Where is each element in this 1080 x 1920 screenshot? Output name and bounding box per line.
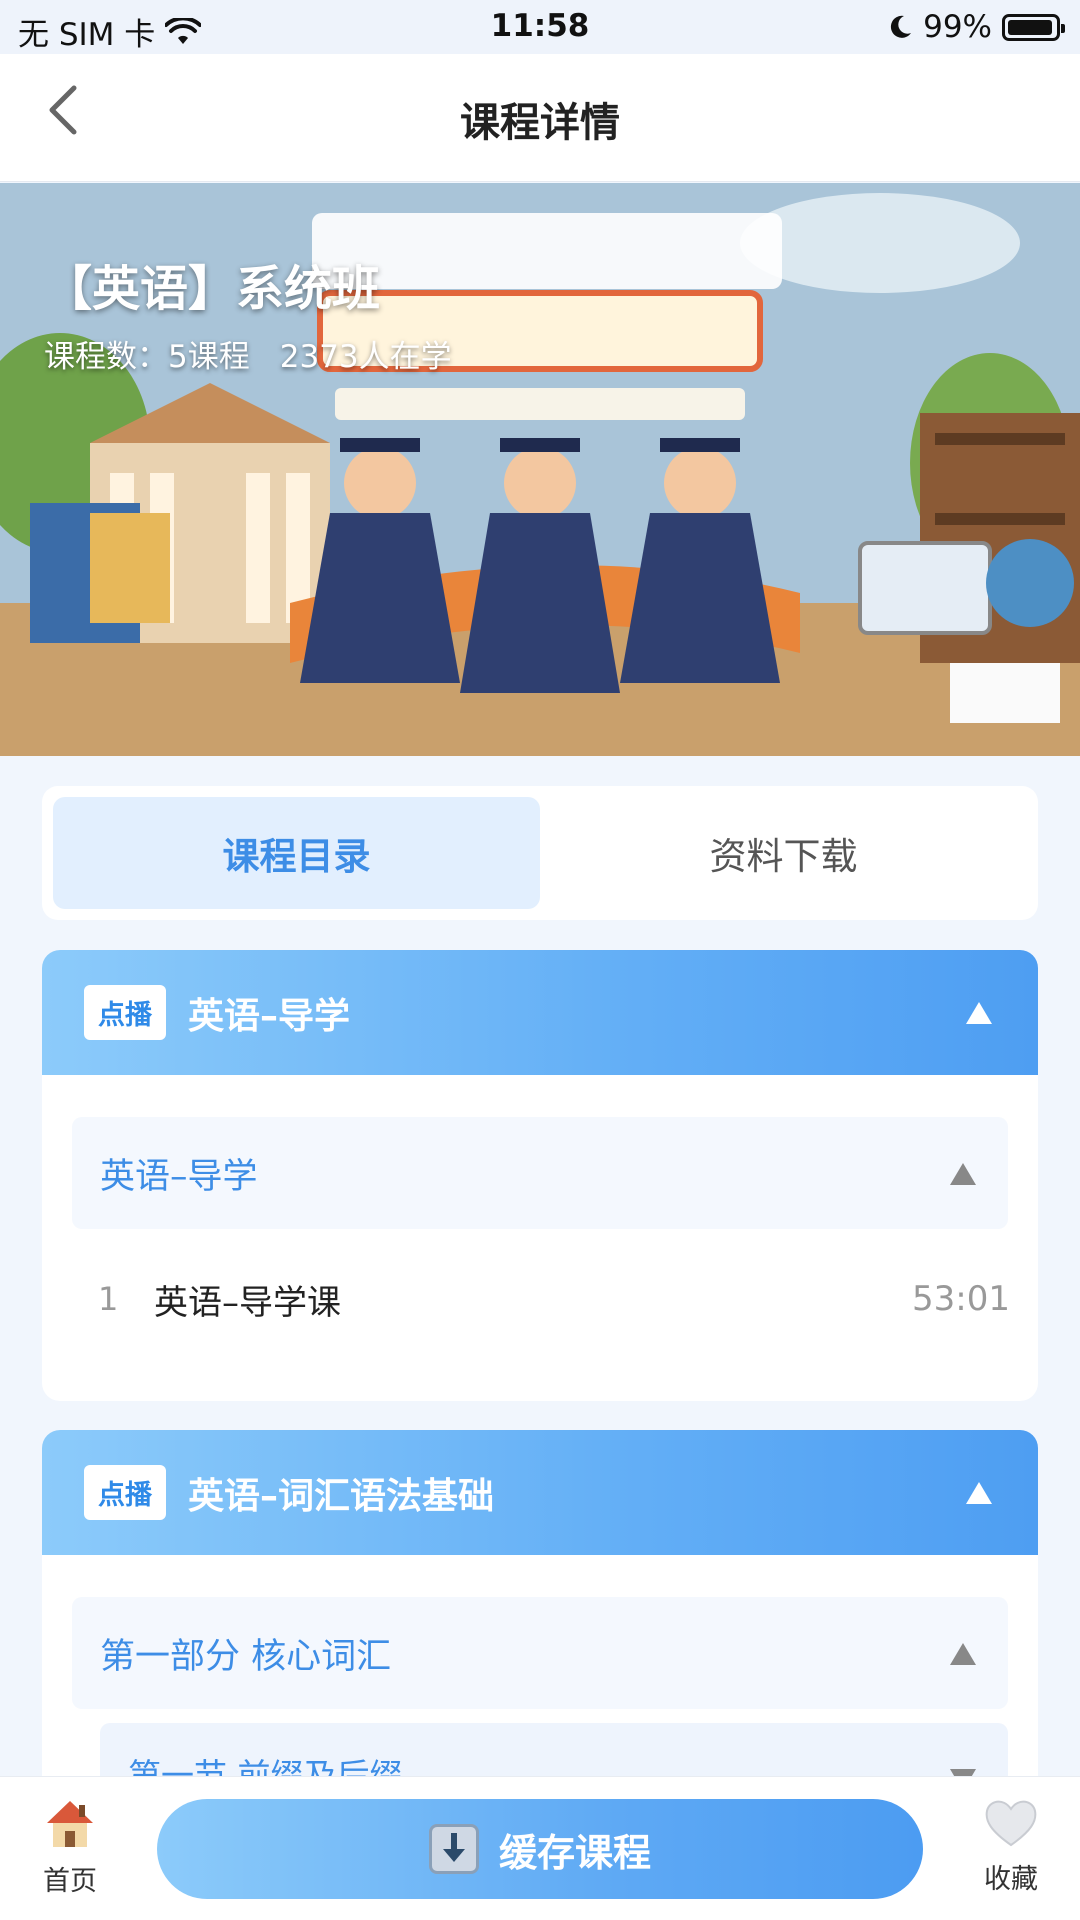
- banner-meta: 课程数：5课程 2373人在学: [44, 331, 452, 376]
- status-right: 99%: [889, 9, 1065, 45]
- home-label: 首页: [43, 1866, 97, 1897]
- course-card: 点播 英语–词汇语法基础 第一部分 核心词汇 第一节 前缀及后缀: [42, 1430, 1038, 1830]
- learner-count: 2373人在学: [279, 339, 452, 375]
- course-header[interactable]: 点播 英语–导学: [42, 950, 1038, 1075]
- course-count: 课程数：5课程: [44, 339, 250, 375]
- banner-title: 【英语】系统班: [44, 261, 381, 317]
- section-header[interactable]: 英语–导学: [72, 1117, 1008, 1229]
- course-detail-page: 无 SIM 卡 11:58 99% 课程详情 【英语】系统班 课程数：5课程 2…: [0, 0, 1080, 1920]
- tab-bar: 课程目录 资料下载: [42, 786, 1038, 920]
- course-header[interactable]: 点播 英语–词汇语法基础: [42, 1430, 1038, 1555]
- section-header[interactable]: 第一部分 核心词汇: [72, 1597, 1008, 1709]
- lesson-duration: 53:01: [912, 1279, 1010, 1319]
- course-banner: 【英语】系统班 课程数：5课程 2373人在学: [0, 183, 1080, 756]
- lesson-index: 1: [98, 1280, 119, 1318]
- course-card: 点播 英语–导学 英语–导学 1 英语–导学课 53:01: [42, 950, 1038, 1401]
- heart-icon: [985, 1800, 1037, 1847]
- collapse-arrow-icon: [950, 1163, 976, 1185]
- favorite-button[interactable]: 收藏: [966, 1797, 1056, 1896]
- section-title: 英语–导学: [100, 1156, 258, 1197]
- battery-icon: [1002, 13, 1065, 41]
- collapse-arrow-icon: [950, 1643, 976, 1665]
- tab-catalog[interactable]: 课程目录: [53, 797, 540, 909]
- status-bar: 无 SIM 卡 11:58 99%: [0, 0, 1080, 54]
- page-title: 课程详情: [460, 100, 620, 146]
- lesson-title: 英语–导学课: [154, 1282, 341, 1323]
- vod-badge: 点播: [84, 985, 166, 1040]
- house-icon: [47, 1801, 93, 1847]
- cache-label: 缓存课程: [498, 1830, 651, 1875]
- moon-icon: [891, 15, 912, 38]
- favorite-label: 收藏: [984, 1864, 1038, 1895]
- section-title: 第一部分 核心词汇: [100, 1636, 392, 1677]
- lesson-item[interactable]: 1 英语–导学课 53:01: [42, 1229, 1038, 1369]
- home-button[interactable]: 首页: [30, 1797, 110, 1898]
- collapse-arrow-icon: [966, 1482, 992, 1504]
- collapse-arrow-icon: [966, 1002, 992, 1024]
- course-title: 英语–词汇语法基础: [188, 1475, 495, 1517]
- course-title: 英语–导学: [188, 995, 351, 1037]
- download-icon: [428, 1824, 479, 1874]
- cache-course-button[interactable]: 缓存课程: [157, 1799, 923, 1899]
- navigation-bar: 课程详情: [0, 54, 1080, 182]
- vod-badge: 点播: [84, 1465, 166, 1520]
- battery-percent: 99%: [923, 9, 992, 45]
- bottom-bar: 首页 缓存课程 收藏: [0, 1776, 1080, 1920]
- tab-downloads[interactable]: 资料下载: [540, 797, 1027, 909]
